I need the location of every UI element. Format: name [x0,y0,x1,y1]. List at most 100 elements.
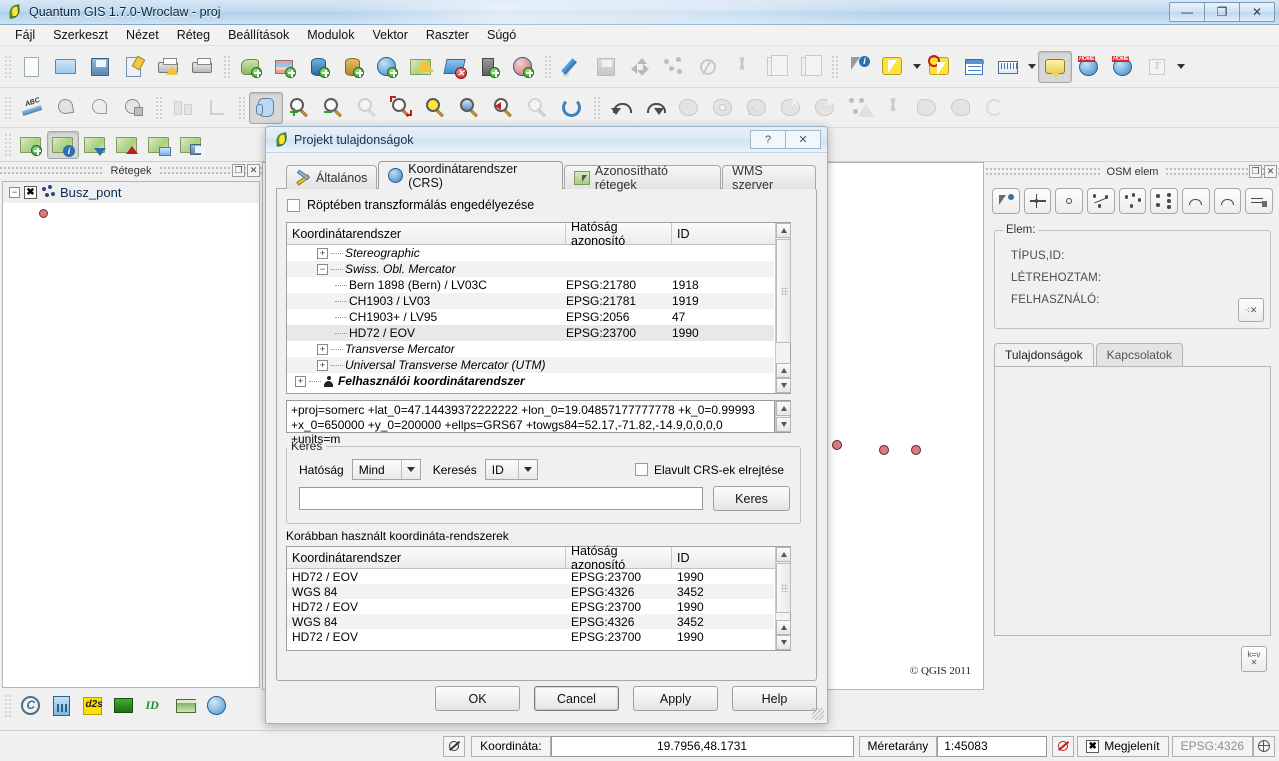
menu-fajl[interactable]: Fájl [6,26,44,44]
copy-features-icon[interactable] [759,51,793,83]
simplify-feature-icon[interactable] [672,92,706,124]
tab-koordinatarendszer[interactable]: Koordinátarendszer (CRS) [378,161,564,190]
collapse-toggle[interactable]: − [317,263,328,275]
menu-beallitasok[interactable]: Beállítások [219,26,298,44]
add-postgis-layer-icon[interactable] [302,51,336,83]
new-project-icon[interactable] [15,51,49,83]
tab-tulajdonsagok[interactable]: Tulajdonságok [994,343,1094,366]
recent-column-name[interactable]: Koordinátarendszer [287,547,566,568]
table-row[interactable]: HD72 / EOV EPSG:23700 1990 [287,629,774,644]
add-vector-layer-icon[interactable] [234,51,268,83]
search-by-combo[interactable]: ID [484,459,538,480]
measure-line-icon[interactable] [991,51,1025,83]
table-row[interactable]: HD72 / EOV EPSG:23700 1990 [287,569,774,584]
scroll-up-icon[interactable] [776,401,791,416]
save-edits-icon[interactable] [589,51,623,83]
scroll-up-icon[interactable] [776,620,791,635]
rotate-label-icon[interactable] [83,92,117,124]
menu-szerkeszt[interactable]: Szerkeszt [44,26,117,44]
scroll-up-icon[interactable] [776,363,791,378]
table-row[interactable]: WGS 84 EPSG:4326 3452 [287,614,774,629]
coordinate-field[interactable]: 19.7956,48.1731 [550,735,854,757]
add-wfs-layer-icon[interactable] [404,51,438,83]
toolbar-grip[interactable] [3,693,12,719]
table-row[interactable]: + Transverse Mercator [287,341,774,357]
delete-part-icon[interactable]: ✕ [808,92,842,124]
menu-modulok[interactable]: Modulok [298,26,363,44]
crs-status-icon[interactable] [1253,735,1275,757]
table-row-selected[interactable]: HD72 / EOV EPSG:23700 1990 [287,325,774,341]
search-button[interactable]: Keres [713,486,790,511]
menu-raszter[interactable]: Raszter [417,26,478,44]
toolbar-grip[interactable] [592,94,601,121]
diagram-a-icon[interactable] [166,92,200,124]
table-row[interactable]: − Swiss. Obl. Mercator [287,261,774,277]
cancel-button[interactable]: Cancel [534,686,619,711]
render-toggle[interactable]: ✖ Megjelenít [1077,735,1169,757]
help-button[interactable]: Help [732,686,817,711]
identify-element-icon[interactable] [992,188,1020,214]
toolbar-grip[interactable] [830,53,839,80]
expand-toggle[interactable]: + [317,359,328,371]
add-raster-layer-icon[interactable] [268,51,302,83]
zoom-full-icon[interactable] [351,92,385,124]
move-label-icon[interactable] [49,92,83,124]
add-spatialite-layer-icon[interactable] [336,51,370,83]
table-row[interactable]: + Universal Transverse Mercator (UTM) [287,357,774,373]
add-part-icon[interactable] [740,92,774,124]
paste-features-icon[interactable] [793,51,827,83]
georeferencer-icon[interactable] [170,692,201,720]
new-shapefile-layer-icon[interactable] [472,51,506,83]
north-arrow-icon[interactable] [46,692,77,720]
tab-altalanos[interactable]: Általános [286,165,378,189]
node-tool-icon[interactable] [657,51,691,83]
enable-otf-checkbox[interactable] [287,198,300,212]
delete-selected-icon[interactable] [691,51,725,83]
chevron-down-icon[interactable] [400,460,420,479]
render-block-icon[interactable] [1052,735,1075,757]
scroll-up-icon[interactable] [776,223,791,238]
interpolation-icon[interactable] [108,692,139,720]
menu-vektor[interactable]: Vektor [363,26,416,44]
table-row[interactable]: HD72 / EOV EPSG:23700 1990 [287,599,774,614]
toolbar-grip[interactable] [543,53,552,80]
menu-sugo[interactable]: Súgó [478,26,525,44]
enable-otf-row[interactable]: Röptében transzformálás engedélyezése [277,189,816,212]
move-element-icon[interactable] [1023,188,1052,214]
toggle-editing-icon[interactable] [555,51,589,83]
create-line-icon[interactable] [1087,188,1115,214]
zoom-next-icon[interactable] [521,92,555,124]
merge-features-icon[interactable] [910,92,944,124]
redo-osm-icon[interactable] [1213,188,1242,214]
tab-azonosithato-retegek[interactable]: Azonosítható rétegek [564,164,722,192]
identify-id-icon[interactable] [139,692,170,720]
cut-features-icon[interactable] [725,51,759,83]
toolbar-grip[interactable] [3,131,12,158]
print-composer-manager-icon[interactable] [185,51,219,83]
map-point-feature[interactable] [911,445,921,455]
scroll-down-icon[interactable] [776,417,791,432]
authority-combo[interactable]: Mind [351,459,421,480]
layer-expand-toggle[interactable]: − [9,187,20,198]
ok-button[interactable]: OK [435,686,520,711]
crs-column-name[interactable]: Koordinátarendszer [287,223,566,244]
proj-scrollbar[interactable] [775,400,791,433]
change-label-icon[interactable] [117,92,151,124]
osm-import-icon[interactable] [143,131,175,159]
new-print-composer-icon[interactable] [151,51,185,83]
create-point-icon[interactable] [1055,188,1084,214]
recent-table-scrollbar[interactable] [775,547,791,650]
save-project-as-icon[interactable] [117,51,151,83]
crs-column-id[interactable]: ID [672,223,762,244]
delete-ring-icon[interactable]: ✕ [774,92,808,124]
save-project-icon[interactable] [83,51,117,83]
zoom-out-icon[interactable] [317,92,351,124]
hide-deprecated-checkbox[interactable] [634,463,648,476]
dxf2shp-icon[interactable] [77,692,108,720]
layer-item-busz-pont[interactable]: − ✖ Busz_pont [3,182,259,203]
redo-icon[interactable] [638,92,672,124]
create-relation-icon[interactable] [1150,188,1179,214]
reshape-features-icon[interactable] [842,92,876,124]
layers-tree[interactable]: − ✖ Busz_pont [2,181,260,688]
search-input[interactable] [299,487,703,510]
